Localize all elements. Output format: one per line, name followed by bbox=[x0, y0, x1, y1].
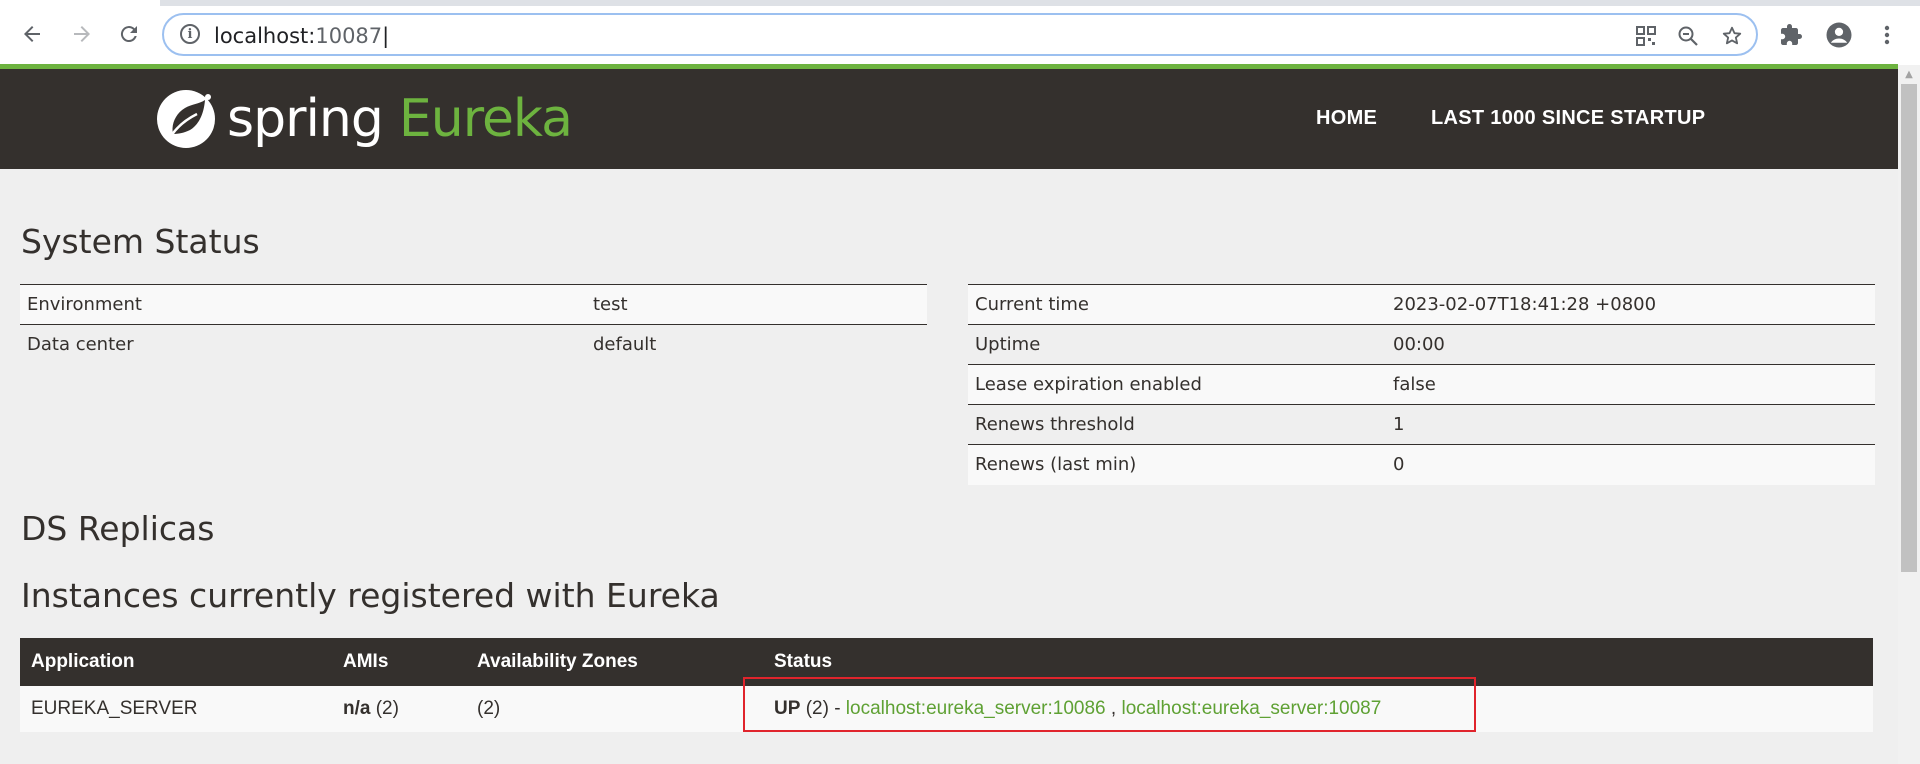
annotation-highlight-box bbox=[743, 677, 1476, 732]
star-icon[interactable] bbox=[1718, 22, 1746, 50]
puzzle-icon[interactable] bbox=[1774, 18, 1808, 52]
status-value: 0 bbox=[1386, 444, 1875, 485]
arrow-left-icon bbox=[24, 26, 40, 42]
status-key: Renews (last min) bbox=[968, 444, 1386, 485]
logo-eureka-text: Eureka bbox=[398, 89, 573, 149]
table-row: Lease expiration enabled false bbox=[968, 364, 1875, 405]
kebab-menu-icon[interactable] bbox=[1870, 18, 1904, 52]
status-value: 1 bbox=[1386, 404, 1875, 445]
info-icon[interactable]: i bbox=[180, 24, 200, 44]
account-icon[interactable] bbox=[1822, 18, 1856, 52]
system-status-title: System Status bbox=[21, 222, 260, 261]
browser-toolbar: i localhost:10087| bbox=[0, 0, 1920, 65]
status-key: Uptime bbox=[968, 324, 1386, 365]
system-status-right-table: Current time 2023-02-07T18:41:28 +0800 U… bbox=[968, 284, 1875, 485]
table-row: Data center default bbox=[20, 324, 927, 365]
zones-cell: (2) bbox=[466, 686, 763, 732]
status-key: Current time bbox=[968, 284, 1386, 325]
table-row: Current time 2023-02-07T18:41:28 +0800 bbox=[968, 284, 1875, 325]
eureka-navbar: spring Eureka HOME LAST 1000 SINCE START… bbox=[0, 69, 1898, 169]
url-port: 10087 bbox=[315, 24, 383, 48]
forward-button[interactable] bbox=[66, 18, 98, 50]
reload-icon bbox=[120, 26, 137, 43]
back-button[interactable] bbox=[16, 18, 48, 50]
table-row: Renews (last min) 0 bbox=[968, 444, 1875, 485]
amis-count: (2) bbox=[375, 698, 399, 719]
column-header-application: Application bbox=[20, 638, 332, 686]
ds-replicas-title: DS Replicas bbox=[21, 509, 215, 548]
status-key: Renews threshold bbox=[968, 404, 1386, 445]
status-value: default bbox=[586, 324, 927, 365]
status-value: 2023-02-07T18:41:28 +0800 bbox=[1386, 284, 1875, 325]
nav-last-1000-link[interactable]: LAST 1000 SINCE STARTUP bbox=[1431, 107, 1705, 130]
url-host: localhost: bbox=[214, 24, 316, 48]
column-header-amis: AMIs bbox=[332, 638, 466, 686]
table-row: Environment test bbox=[20, 284, 927, 325]
status-value: false bbox=[1386, 364, 1875, 405]
arrow-right-icon bbox=[74, 26, 90, 42]
instances-title: Instances currently registered with Eure… bbox=[21, 576, 720, 615]
spring-leaf-icon bbox=[157, 90, 215, 148]
scrollbar-thumb[interactable] bbox=[1901, 84, 1917, 572]
table-row: Uptime 00:00 bbox=[968, 324, 1875, 365]
status-key: Data center bbox=[20, 324, 586, 365]
zoom-out-icon[interactable] bbox=[1674, 22, 1702, 50]
status-key: Environment bbox=[20, 284, 586, 325]
spring-eureka-logo[interactable]: spring Eureka bbox=[155, 83, 573, 155]
amis-cell: n/a (2) bbox=[332, 686, 466, 732]
address-bar[interactable]: i localhost:10087| bbox=[162, 13, 1758, 56]
scroll-up-arrow-icon[interactable]: ▲ bbox=[1898, 67, 1920, 81]
reload-button[interactable] bbox=[113, 18, 145, 50]
nav-home-link[interactable]: HOME bbox=[1316, 107, 1377, 130]
system-status-left-table: Environment test Data center default bbox=[20, 284, 927, 365]
amis-value: n/a bbox=[343, 698, 371, 719]
status-value: 00:00 bbox=[1386, 324, 1875, 365]
column-header-availability-zones: Availability Zones bbox=[466, 638, 763, 686]
qr-code-icon[interactable] bbox=[1632, 22, 1660, 50]
application-cell: EUREKA_SERVER bbox=[20, 686, 332, 732]
url-text[interactable]: localhost:10087| bbox=[214, 24, 389, 48]
status-value: test bbox=[586, 284, 927, 325]
tab-strip bbox=[160, 0, 1920, 6]
status-key: Lease expiration enabled bbox=[968, 364, 1386, 405]
table-row: Renews threshold 1 bbox=[968, 404, 1875, 445]
logo-spring-text: spring bbox=[227, 89, 384, 149]
